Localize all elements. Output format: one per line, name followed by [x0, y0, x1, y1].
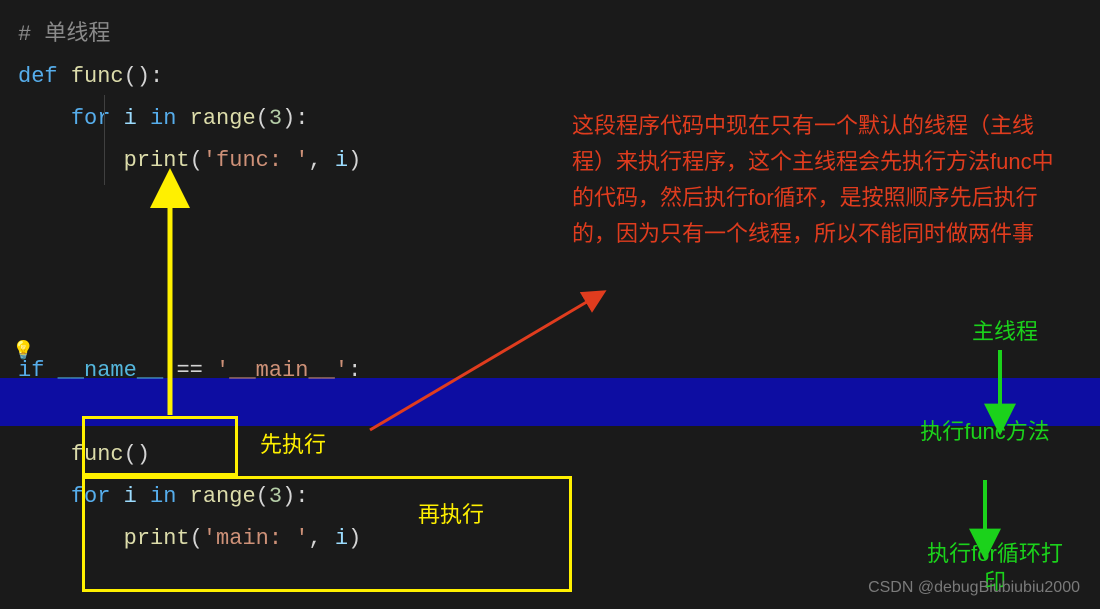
code-line: [18, 308, 1100, 350]
code-line: [18, 266, 1100, 308]
str-token: 'func: ': [203, 148, 309, 173]
lightbulb-icon[interactable]: 💡: [12, 340, 34, 362]
paren: (: [190, 148, 203, 173]
dunder-name: __name__: [58, 358, 164, 383]
code-line: # 单线程: [18, 14, 1100, 56]
var-i: i: [124, 106, 137, 131]
kw-in: in: [150, 106, 176, 131]
comma: ,: [308, 148, 321, 173]
paren: (: [256, 106, 269, 131]
annotation-yellow-1: 先执行: [260, 432, 326, 458]
builtin-print: print: [124, 148, 190, 173]
code-line: if __name__ == '__main__':: [18, 350, 1100, 392]
fn-name: func: [71, 64, 124, 89]
num-token: 3: [269, 106, 282, 131]
highlight-box-1: [82, 416, 238, 476]
annotation-green-2: 执行func方法: [920, 418, 1050, 446]
paren: ):: [282, 106, 308, 131]
highlight-box-2: [82, 476, 572, 592]
var-i: i: [335, 148, 348, 173]
kw-def: def: [18, 64, 58, 89]
watermark: CSDN @debugBiubiubiu2000: [868, 579, 1080, 597]
str-token: '__main__': [216, 358, 348, 383]
code-line: def func():: [18, 56, 1100, 98]
annotation-yellow-2: 再执行: [418, 502, 484, 528]
paren: ): [348, 148, 361, 173]
annotation-green-1: 主线程: [940, 318, 1070, 346]
indent-guide: [104, 95, 105, 185]
builtin-range: range: [190, 106, 256, 131]
annotation-red: 这段程序代码中现在只有一个默认的线程（主线程）来执行程序，这个主线程会先执行方法…: [572, 108, 1062, 252]
comment-token: # 单线程: [18, 22, 110, 47]
paren: ():: [124, 64, 164, 89]
op-eq: ==: [176, 358, 202, 383]
colon: :: [348, 358, 361, 383]
